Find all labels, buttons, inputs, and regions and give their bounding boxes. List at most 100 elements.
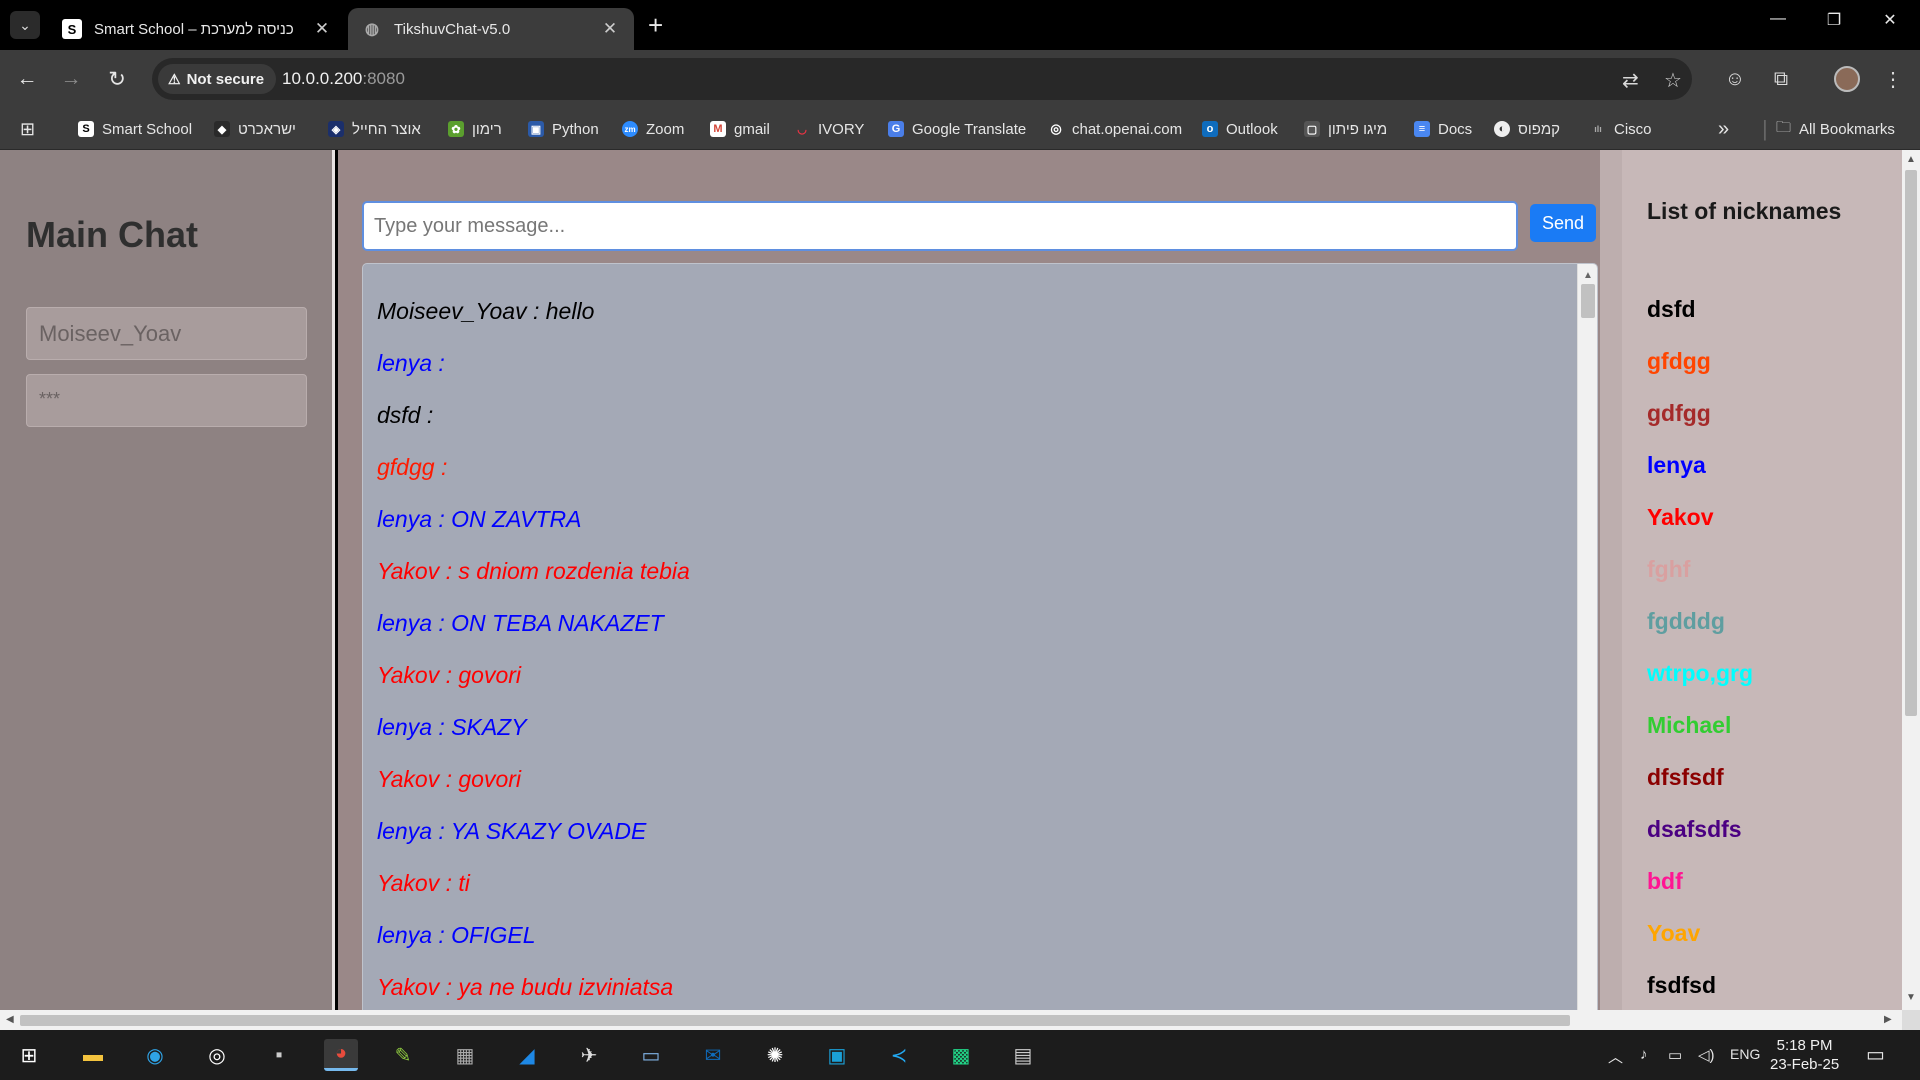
bookmark-icon: ▢: [1304, 121, 1320, 137]
bookmark-icon: ◎: [1048, 121, 1064, 137]
satellite-app-icon[interactable]: ✈: [572, 1039, 606, 1071]
bookmark-item[interactable]: ◐ קמפוס: [1494, 117, 1560, 141]
new-tab-icon[interactable]: +: [648, 12, 663, 38]
bookmark-item[interactable]: Mgmail: [710, 117, 770, 141]
bookmark-item[interactable]: o Outlook: [1202, 117, 1278, 141]
paint-app-icon[interactable]: ✎: [386, 1039, 420, 1071]
calculator-icon[interactable]: ▦: [448, 1039, 482, 1071]
menu-kebab-icon[interactable]: ⋮: [1878, 64, 1908, 94]
tab-title: Smart School – כניסה למערכת: [94, 20, 294, 38]
tab-tikshuvchat[interactable]: ◍ TikshuvChat-v5.0 ✕: [348, 8, 634, 50]
cisco-packet-tracer-icon[interactable]: ▣: [820, 1039, 854, 1071]
eye-app-icon[interactable]: ◎: [200, 1039, 234, 1071]
bookmarks-bar: ⊞ S Smart School ◆ ישראכרט ◈ אוצר החייל ✿ רי…: [0, 108, 1920, 150]
chatgpt-icon[interactable]: ✺: [758, 1039, 792, 1071]
apps-grid-icon[interactable]: ⊞: [20, 117, 35, 141]
restore-icon[interactable]: ❐: [1814, 10, 1854, 30]
scroll-up-arrow-icon[interactable]: ▲: [1583, 270, 1593, 281]
windows-start-icon[interactable]: ⊞: [12, 1039, 46, 1071]
scroll-up-arrow-icon[interactable]: ▲: [1906, 154, 1916, 165]
bookmark-item[interactable]: ılı Cisco: [1590, 117, 1652, 141]
star-icon[interactable]: ☆: [1664, 68, 1682, 93]
chat-message: lenya : YA SKAZY OVADE: [377, 818, 647, 844]
bookmark-icon: ◡: [794, 121, 810, 137]
bookmark-item[interactable]: ◆ ישראכרט: [214, 117, 296, 141]
volume-icon[interactable]: ◁): [1698, 1046, 1715, 1064]
bookmark-item[interactable]: ✿ רימון: [448, 117, 502, 141]
scrollbar-thumb[interactable]: [1905, 170, 1917, 716]
nickname-item: fsdfsd: [1647, 972, 1716, 998]
security-chip[interactable]: ⚠ Not secure: [158, 64, 277, 94]
scroll-right-arrow-icon[interactable]: ▶: [1884, 1014, 1892, 1025]
tab-search-button[interactable]: ⌄: [10, 11, 40, 39]
send-button[interactable]: Send: [1530, 204, 1596, 242]
scroll-down-arrow-icon[interactable]: ▼: [1906, 992, 1916, 1003]
remote-desktop-icon[interactable]: ▭: [634, 1039, 668, 1071]
tray-chevron-icon[interactable]: ︿: [1608, 1046, 1623, 1067]
close-tab-icon[interactable]: ✕: [312, 19, 332, 39]
page-vertical-scrollbar[interactable]: ▲ ▼: [1902, 150, 1920, 1010]
bookmark-item[interactable]: G Google Translate: [888, 117, 1026, 141]
clock-time: 5:18 PM: [1776, 1037, 1833, 1054]
extensions-puzzle-icon[interactable]: ⧉: [1766, 64, 1796, 94]
vscode-icon[interactable]: ≺: [882, 1039, 916, 1071]
scroll-left-arrow-icon[interactable]: ◀: [6, 1014, 14, 1025]
forward-icon[interactable]: →: [56, 64, 86, 94]
scrollbar-thumb[interactable]: [20, 1015, 1570, 1026]
bookmark-item[interactable]: ▢ מיגו פיתון: [1304, 117, 1387, 141]
warning-icon: ⚠: [168, 70, 181, 87]
profile-avatar[interactable]: [1834, 66, 1860, 92]
windows-taskbar: ⊞ ▬ ◉ ◎ ▪ ◕ ✎ ▦ ◢ ✈ ▭ ✉ ✺ ▣ ≺ ▩ ▤ ︿ ♪ ▭ …: [0, 1030, 1920, 1080]
notifications-icon[interactable]: ▭: [1866, 1042, 1885, 1067]
bookmark-icon: zm: [622, 121, 638, 137]
close-window-icon[interactable]: ✕: [1870, 10, 1910, 30]
chrome-icon[interactable]: ◕: [324, 1039, 358, 1071]
nickname-item: wtrpo,grg: [1647, 660, 1754, 686]
bookmark-item[interactable]: ≡ Docs: [1414, 117, 1472, 141]
globe-icon: ◍: [365, 21, 379, 38]
all-bookmarks-button[interactable]: 🗀 All Bookmarks: [1776, 117, 1895, 141]
bookmark-item[interactable]: S Smart School: [78, 117, 192, 141]
username-field[interactable]: Moiseev_Yoav: [26, 307, 307, 360]
network-icon[interactable]: ▭: [1668, 1046, 1682, 1064]
language-indicator[interactable]: ENG: [1730, 1046, 1760, 1062]
extension-avatar-icon[interactable]: ☺: [1720, 64, 1750, 94]
message-list[interactable]: Moiseev_Yoav : hello lenya : dsfd : gfdg…: [362, 263, 1598, 1023]
pycharm-icon[interactable]: ▩: [944, 1039, 978, 1071]
scrollbar-thumb[interactable]: [1581, 284, 1595, 318]
minimize-icon[interactable]: —: [1758, 10, 1798, 28]
translate-icon[interactable]: ⇄: [1622, 68, 1639, 93]
more-bookmarks-chevron-icon[interactable]: »: [1718, 117, 1729, 141]
network-app-icon[interactable]: ▤: [1006, 1039, 1040, 1071]
back-icon[interactable]: ←: [12, 64, 42, 94]
password-field[interactable]: ***: [26, 374, 307, 427]
bookmark-icon: ◐: [1494, 121, 1510, 137]
sail-app-icon[interactable]: ◢: [510, 1039, 544, 1071]
bookmark-item[interactable]: ▣ Python: [528, 117, 599, 141]
system-clock[interactable]: 5:18 PM 23-Feb-25: [1770, 1036, 1839, 1074]
message-list-scrollbar[interactable]: ▲: [1577, 264, 1597, 1022]
close-tab-icon[interactable]: ✕: [600, 19, 620, 39]
edge-icon[interactable]: ◉: [138, 1039, 172, 1071]
chat-message: lenya : ON ZAVTRA: [377, 506, 582, 532]
file-explorer-icon[interactable]: ▬: [76, 1039, 110, 1071]
url-port: :8080: [362, 69, 405, 88]
bookmark-item[interactable]: ◡ IVORY: [794, 117, 864, 141]
bookmark-item[interactable]: ◈ אוצר החייל: [328, 117, 421, 141]
outlook-icon[interactable]: ✉: [696, 1039, 730, 1071]
reload-icon[interactable]: ↻: [102, 64, 132, 94]
address-bar[interactable]: ⚠ Not secure 10.0.0.200:8080 ⇄ ☆: [152, 58, 1692, 100]
bookmark-item[interactable]: ◎ chat.openai.com: [1048, 117, 1182, 141]
microphone-icon[interactable]: ♪: [1640, 1046, 1648, 1063]
tab-smart-school[interactable]: S Smart School – כניסה למערכת ✕: [48, 8, 346, 50]
terminal-icon[interactable]: ▪: [262, 1039, 296, 1071]
clock-date: 23-Feb-25: [1770, 1056, 1840, 1073]
nickname-item: fghf: [1647, 556, 1691, 582]
bookmark-icon: ≡: [1414, 121, 1430, 137]
message-input[interactable]: [362, 201, 1518, 251]
nickname-item: dfsfsdf: [1647, 764, 1724, 790]
nickname-item: lenya: [1647, 452, 1706, 478]
url-text[interactable]: 10.0.0.200:8080: [282, 69, 405, 89]
bookmark-item[interactable]: zm Zoom: [622, 117, 684, 141]
page-horizontal-scrollbar[interactable]: ◀ ▶: [0, 1010, 1902, 1030]
